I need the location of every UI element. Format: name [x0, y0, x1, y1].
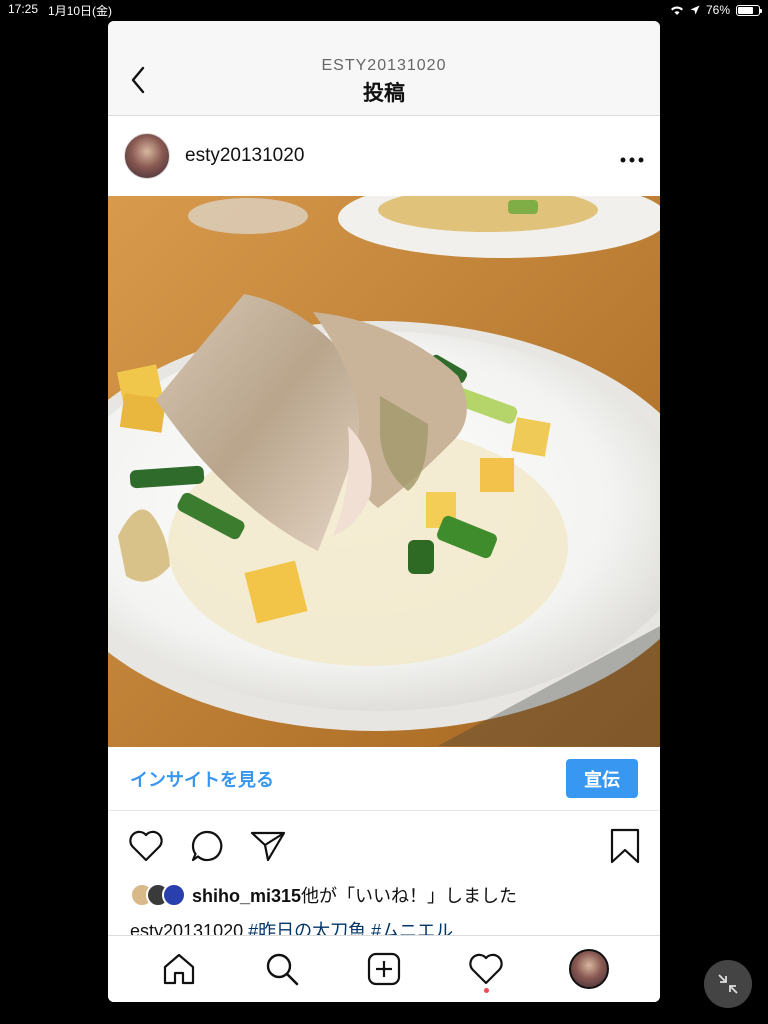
status-date: 1月10日(金): [48, 3, 113, 18]
bookmark-icon: [610, 828, 640, 864]
likes-row: shiho_mi315他が「いいね！」しました: [108, 881, 660, 909]
comment-icon: [191, 830, 223, 862]
tab-activity[interactable]: [466, 949, 506, 993]
battery-percent: 76%: [705, 3, 730, 17]
search-icon: [266, 953, 298, 986]
nav-header: ESTY20131020 投稿: [108, 21, 660, 116]
wifi-icon: [670, 6, 683, 15]
nav-title: 投稿: [363, 82, 405, 105]
status-bar: 17:25 1月10日(金) 76%: [0, 0, 768, 20]
tab-bar: [108, 935, 660, 1002]
like-button[interactable]: [128, 830, 164, 862]
tab-home[interactable]: [159, 949, 199, 989]
liker-username[interactable]: shiho_mi315: [192, 886, 301, 906]
heart-icon: [129, 830, 163, 862]
battery-icon: [736, 4, 762, 16]
avatar: [162, 883, 186, 907]
profile-icon: [568, 949, 609, 989]
share-icon: [250, 831, 286, 862]
avatar[interactable]: [124, 133, 170, 179]
location-icon: [690, 5, 700, 15]
post-header: esty20131020: [108, 116, 660, 196]
insight-row: インサイトを見る 宣伝: [108, 747, 660, 811]
post-username[interactable]: esty20131020: [185, 145, 304, 167]
tab-profile[interactable]: [568, 949, 609, 989]
home-icon: [164, 953, 195, 985]
more-options-button[interactable]: [620, 143, 644, 169]
comment-button[interactable]: [190, 829, 224, 863]
collapse-arrows-icon: [718, 974, 738, 994]
liker-avatars[interactable]: [130, 883, 186, 907]
notification-dot: [484, 988, 490, 993]
likes-suffix: 他が「いいね！」しました: [301, 886, 518, 906]
instagram-app: ESTY20131020 投稿 esty20131020 インサイトを見る 宣伝…: [108, 21, 660, 1002]
post-actions: [108, 811, 660, 881]
nav-subtitle: ESTY20131020: [321, 57, 447, 74]
likes-text[interactable]: shiho_mi315他が「いいね！」しました: [192, 882, 517, 908]
food-photo-illustration: [108, 196, 660, 747]
activity-icon: [469, 953, 504, 985]
save-button[interactable]: [610, 828, 640, 864]
add-icon: [367, 952, 401, 986]
share-button[interactable]: [250, 830, 286, 862]
minimize-button[interactable]: [704, 960, 752, 1008]
status-time: 17:25: [8, 1, 39, 16]
promote-button[interactable]: 宣伝: [566, 759, 638, 798]
tab-add[interactable]: [364, 949, 404, 989]
post-photo[interactable]: [108, 196, 660, 747]
tab-search[interactable]: [262, 949, 302, 989]
view-insights-link[interactable]: インサイトを見る: [130, 766, 274, 792]
ellipsis-icon: [620, 157, 644, 163]
